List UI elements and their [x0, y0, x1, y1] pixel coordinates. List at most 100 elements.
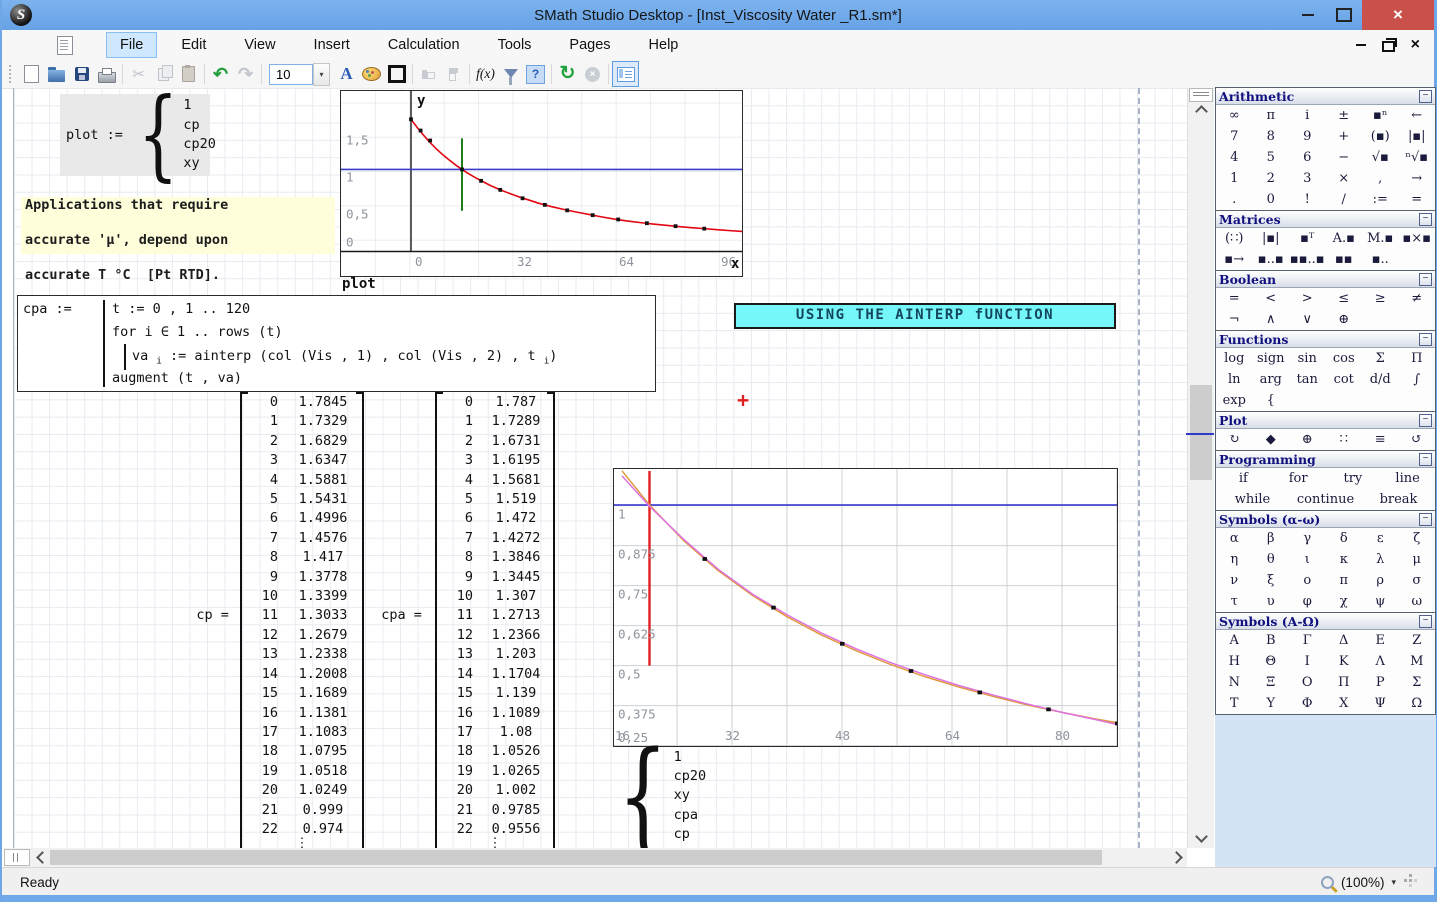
palette-boolean-item[interactable]: ∧ [1266, 312, 1276, 327]
copy-button[interactable] [151, 62, 176, 86]
palette-header-arithmetic[interactable]: Arithmetic− [1216, 88, 1435, 105]
save-button[interactable] [69, 62, 94, 86]
palette-plot-item[interactable]: ∷ [1340, 432, 1348, 447]
palette-arithmetic-item[interactable]: |▪| [1408, 129, 1426, 144]
palette-arithmetic-item[interactable]: := [1373, 192, 1388, 207]
border-button[interactable] [384, 62, 409, 86]
palette-arithmetic-item[interactable]: ! [1305, 192, 1310, 207]
palette-functions-item[interactable]: ln [1228, 372, 1241, 387]
palette-arithmetic-item[interactable]: π [1266, 108, 1275, 123]
align-vertical-button[interactable] [441, 62, 466, 86]
palette-functions-item[interactable]: Σ [1376, 351, 1385, 366]
palette-symbols-lower-item[interactable]: β [1267, 531, 1275, 546]
open-button[interactable] [44, 62, 69, 86]
toolbar-grip[interactable] [9, 65, 15, 83]
palette-plot-item[interactable]: ≡ [1375, 432, 1386, 447]
menu-item-file[interactable]: File [106, 32, 157, 58]
palette-arithmetic-item[interactable]: × [1338, 171, 1349, 186]
palette-arithmetic-item[interactable]: ← [1411, 108, 1422, 123]
palette-symbols-lower-item[interactable]: ο [1303, 573, 1311, 588]
collapse-icon[interactable]: − [1419, 333, 1432, 346]
palette-header-symbols-lower[interactable]: Symbols (α-ω)− [1216, 511, 1435, 528]
mdi-restore-icon[interactable] [1382, 41, 1395, 52]
palette-symbols-upper-item[interactable]: Ω [1411, 696, 1422, 711]
palette-symbols-lower-item[interactable]: μ [1413, 552, 1421, 567]
palette-symbols-lower-item[interactable]: α [1230, 531, 1239, 546]
palette-symbols-upper-item[interactable]: Β [1266, 633, 1276, 648]
palette-boolean-item[interactable]: ≠ [1411, 291, 1422, 306]
mdi-minimize-icon[interactable] [1356, 44, 1366, 46]
palette-symbols-lower-item[interactable]: ε [1377, 531, 1384, 546]
palette-symbols-upper-item[interactable]: Φ [1302, 696, 1313, 711]
palette-arithmetic-item[interactable]: 5 [1267, 150, 1275, 165]
palette-functions-item[interactable]: tan [1297, 372, 1318, 387]
palette-boolean-item[interactable]: < [1265, 291, 1276, 306]
palette-header-matrices[interactable]: Matrices− [1216, 211, 1435, 228]
plot1-caption[interactable]: plot [342, 276, 376, 292]
font-size-input[interactable]: 10 [269, 64, 313, 85]
palette-arithmetic-item[interactable]: i [1305, 108, 1309, 123]
palette-symbols-upper-item[interactable]: Ε [1376, 633, 1386, 648]
palette-arithmetic-item[interactable]: ± [1338, 108, 1349, 123]
palette-arithmetic-item[interactable]: ▪ⁿ [1373, 108, 1387, 123]
palette-symbols-lower-item[interactable]: ξ [1267, 573, 1274, 588]
mdi-close-icon[interactable]: × [1411, 37, 1420, 53]
close-button[interactable]: × [1362, 0, 1434, 30]
palette-functions-item[interactable]: sin [1298, 351, 1317, 366]
resize-grip[interactable] [1409, 879, 1412, 882]
palette-matrices-item[interactable]: |▪| [1262, 231, 1280, 246]
worksheet-canvas[interactable]: plot := { 1cpcp20xy Applications that re… [13, 88, 1188, 848]
palette-programming-item[interactable]: while [1235, 492, 1271, 507]
scroll-left-button[interactable] [32, 848, 50, 867]
palette-symbols-upper-item[interactable]: Ν [1229, 675, 1240, 690]
font-size-dropdown[interactable]: ▾ [313, 63, 330, 86]
palette-arithmetic-item[interactable]: ⁿ√▪ [1405, 150, 1428, 165]
palette-arithmetic-item[interactable]: 6 [1303, 150, 1311, 165]
new-button[interactable] [19, 62, 44, 86]
collapse-icon[interactable]: − [1419, 213, 1432, 226]
palette-symbols-lower-item[interactable]: π [1339, 573, 1348, 588]
palette-symbols-upper-item[interactable]: Γ [1303, 633, 1312, 648]
horizontal-splitter[interactable] [4, 849, 30, 866]
palette-header-programming[interactable]: Programming− [1216, 451, 1435, 468]
horizontal-scroll-track[interactable] [50, 848, 1169, 867]
palette-arithmetic-item[interactable]: . [1232, 192, 1236, 207]
collapse-icon[interactable]: − [1419, 90, 1432, 103]
palette-symbols-lower-item[interactable]: ω [1411, 594, 1422, 609]
palette-symbols-lower-item[interactable]: κ [1340, 552, 1348, 567]
undo-button[interactable]: ↶ [208, 62, 233, 86]
titlebar[interactable]: S SMath Studio Desktop - [Inst_Viscosity… [2, 0, 1434, 30]
palette-symbols-upper-item[interactable]: Μ [1410, 654, 1423, 669]
horizontal-scrollbar[interactable] [4, 848, 1187, 867]
palette-arithmetic-item[interactable]: 4 [1230, 150, 1238, 165]
palette-symbols-upper-item[interactable]: Τ [1230, 696, 1239, 711]
palette-boolean-item[interactable]: ≤ [1338, 291, 1349, 306]
palette-symbols-upper-item[interactable]: Ρ [1376, 675, 1385, 690]
plot2-series-block[interactable]: { 1cp20xycpacp [610, 747, 706, 845]
palette-symbols-lower-item[interactable]: λ [1376, 552, 1384, 567]
filter-button[interactable] [498, 62, 523, 86]
palette-functions-item[interactable]: cos [1333, 351, 1355, 366]
interrupt-button[interactable]: × [580, 62, 605, 86]
plot1-region[interactable]: 03264961,510,50yx [340, 90, 743, 277]
vertical-splitter[interactable] [1189, 88, 1213, 102]
collapse-icon[interactable]: − [1419, 513, 1432, 526]
palette-plot-item[interactable]: ⊕ [1302, 432, 1313, 447]
palette-symbols-lower-item[interactable]: ρ [1376, 573, 1384, 588]
palette-symbols-upper-item[interactable]: Δ [1339, 633, 1348, 648]
menu-item-edit[interactable]: Edit [167, 32, 220, 58]
plot2-region[interactable]: 10,8750,750,6250,50,3750,251632486480 [613, 468, 1118, 747]
palette-programming-item[interactable]: break [1380, 492, 1418, 507]
palette-functions-item[interactable]: sign [1257, 351, 1285, 366]
palette-arithmetic-item[interactable]: 8 [1267, 129, 1275, 144]
palette-symbols-upper-item[interactable]: Ζ [1412, 633, 1421, 648]
palette-matrices-item[interactable]: ▪×▪ [1402, 231, 1431, 246]
palette-functions-item[interactable]: arg [1260, 372, 1282, 387]
palette-arithmetic-item[interactable]: = [1411, 192, 1422, 207]
palette-matrices-item[interactable]: ▪→ [1224, 252, 1244, 267]
palette-symbols-upper-item[interactable]: Ο [1302, 675, 1313, 690]
scroll-right-button[interactable] [1169, 848, 1187, 867]
palette-matrices-item[interactable]: A.▪ [1333, 231, 1355, 246]
collapse-icon[interactable]: − [1419, 273, 1432, 286]
palette-symbols-lower-item[interactable]: σ [1412, 573, 1421, 588]
